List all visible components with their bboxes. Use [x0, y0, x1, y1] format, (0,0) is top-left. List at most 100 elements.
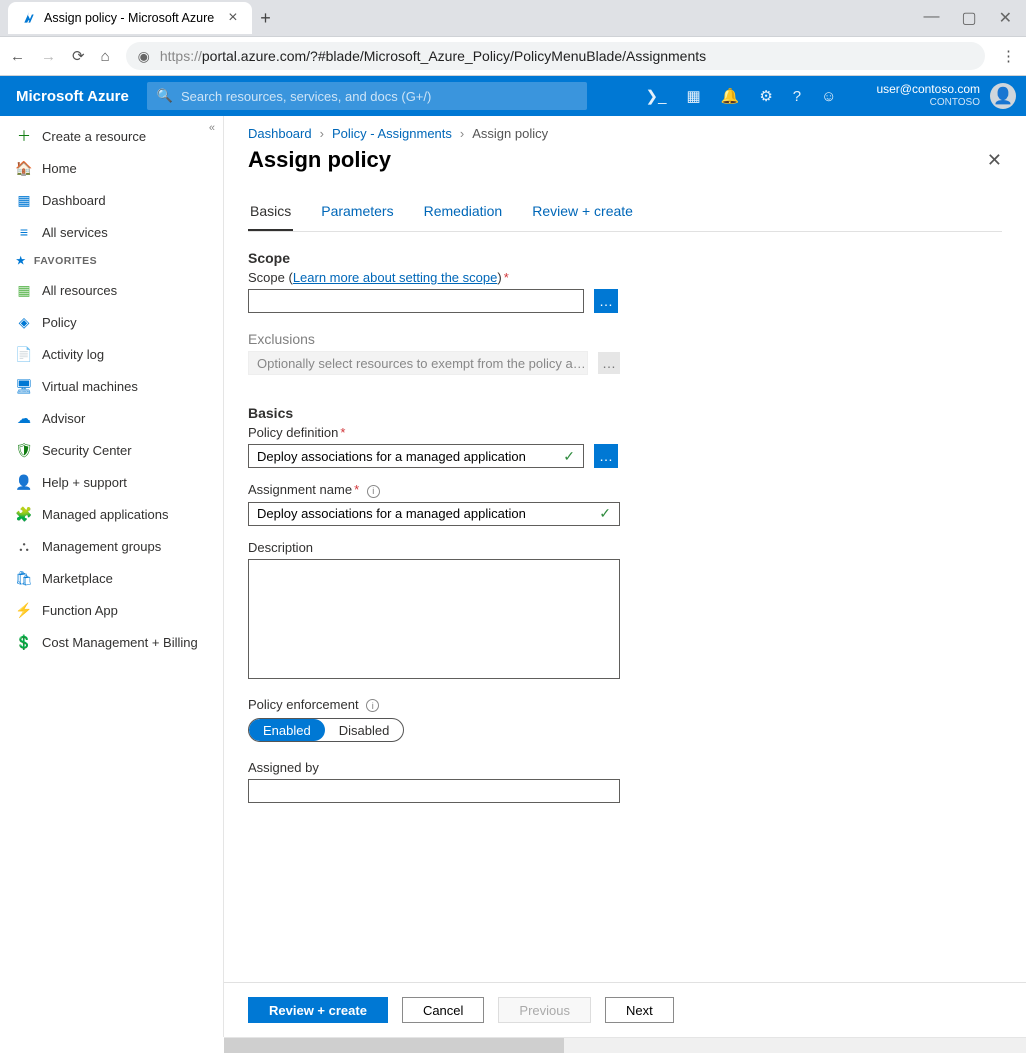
required-marker: *: [504, 270, 509, 285]
nav-activity-log[interactable]: 📄Activity log: [0, 338, 223, 370]
assigned-by-label: Assigned by: [248, 760, 1002, 775]
tab-basics[interactable]: Basics: [248, 197, 293, 231]
scope-learn-link[interactable]: Learn more about setting the scope: [293, 270, 498, 285]
tab-review-create[interactable]: Review + create: [530, 197, 635, 231]
tab-remediation[interactable]: Remediation: [422, 197, 505, 231]
address-bar[interactable]: ◉ https://portal.azure.com/?#blade/Micro…: [126, 42, 985, 70]
policy-definition-label: Policy definition*: [248, 425, 1002, 440]
home-icon[interactable]: ⌂: [101, 48, 110, 65]
nav-home[interactable]: 🏠 Home: [0, 152, 223, 184]
browser-menu-icon[interactable]: ⋮: [1001, 47, 1016, 65]
azure-icon: [22, 11, 36, 25]
left-nav: « ＋ Create a resource 🏠 Home ▦ Dashboard…: [0, 116, 224, 1037]
assigned-by-input[interactable]: [248, 779, 620, 803]
browser-tab[interactable]: Assign policy - Microsoft Azure ×: [8, 2, 252, 34]
managed-apps-icon: 🧩: [16, 506, 32, 522]
back-icon[interactable]: ←: [10, 48, 25, 65]
collapse-nav-icon[interactable]: «: [209, 122, 215, 134]
search-placeholder: Search resources, services, and docs (G+…: [181, 89, 431, 104]
close-icon[interactable]: ×: [228, 10, 237, 26]
nav-policy[interactable]: ◈Policy: [0, 306, 223, 338]
nav-managed-applications[interactable]: 🧩Managed applications: [0, 498, 223, 530]
nav-create-resource[interactable]: ＋ Create a resource: [0, 120, 223, 152]
maximize-icon[interactable]: ▢: [961, 8, 976, 28]
cost-icon: 💲: [16, 634, 32, 650]
log-icon: 📄: [16, 346, 32, 362]
nav-function-app[interactable]: ⚡Function App: [0, 594, 223, 626]
enforcement-disabled[interactable]: Disabled: [325, 719, 404, 741]
nav-virtual-machines[interactable]: 🖥Virtual machines: [0, 370, 223, 402]
nav-all-services[interactable]: ≡ All services: [0, 216, 223, 248]
description-textarea[interactable]: [248, 559, 620, 679]
nav-help-support[interactable]: 👤Help + support: [0, 466, 223, 498]
nav-marketplace[interactable]: 🛍Marketplace: [0, 562, 223, 594]
globe-icon: ◉: [138, 48, 150, 65]
scope-picker-button[interactable]: …: [594, 289, 618, 313]
user-email: user@contoso.com: [876, 82, 980, 96]
nav-security-center[interactable]: 🛡Security Center: [0, 434, 223, 466]
next-button[interactable]: Next: [605, 997, 674, 1023]
cloud-shell-icon[interactable]: ❯_: [646, 87, 667, 105]
basics-header: Basics: [248, 405, 1002, 421]
directory-filter-icon[interactable]: ▦: [686, 87, 700, 105]
feedback-icon[interactable]: ☺: [821, 88, 836, 105]
nav-advisor[interactable]: ☁Advisor: [0, 402, 223, 434]
nav-dashboard[interactable]: ▦ Dashboard: [0, 184, 223, 216]
assignment-name-input[interactable]: Deploy associations for a managed applic…: [248, 502, 620, 526]
search-input[interactable]: 🔍 Search resources, services, and docs (…: [147, 82, 587, 110]
scope-input[interactable]: [248, 289, 584, 313]
url-path: portal.azure.com/?#blade/Microsoft_Azure…: [202, 48, 706, 64]
mgmt-groups-icon: ⛬: [16, 538, 32, 554]
advisor-icon: ☁: [16, 410, 32, 426]
assignment-name-label: Assignment name* i: [248, 482, 1002, 498]
window-controls: — ▢ ✕: [923, 8, 1026, 28]
plus-icon: ＋: [16, 128, 32, 144]
chevron-right-icon: ›: [460, 126, 464, 141]
enforcement-label: Policy enforcement i: [248, 697, 1002, 713]
checkmark-icon: ✓: [563, 448, 575, 465]
exclusions-picker-button[interactable]: …: [598, 352, 620, 374]
grid-icon: ▦: [16, 282, 32, 298]
nav-all-resources[interactable]: ▦All resources: [0, 274, 223, 306]
close-blade-icon[interactable]: ✕: [987, 150, 1002, 171]
policy-definition-select[interactable]: Deploy associations for a managed applic…: [248, 444, 584, 468]
enforcement-enabled[interactable]: Enabled: [249, 719, 325, 741]
horizontal-scrollbar[interactable]: [224, 1037, 1026, 1053]
forward-icon: →: [41, 48, 56, 65]
crumb-current: Assign policy: [472, 126, 548, 141]
reload-icon[interactable]: ⟳: [72, 47, 85, 65]
close-window-icon[interactable]: ✕: [999, 8, 1012, 28]
notifications-icon[interactable]: 🔔: [721, 87, 740, 105]
exclusions-header: Exclusions: [248, 331, 1002, 347]
exclusions-input: Optionally select resources to exempt fr…: [248, 351, 588, 375]
dashboard-icon: ▦: [16, 192, 32, 208]
url-protocol: https://: [160, 48, 202, 64]
azure-brand[interactable]: Microsoft Azure: [16, 88, 129, 105]
chevron-right-icon: ›: [320, 126, 324, 141]
user-menu[interactable]: user@contoso.com CONTOSO 👤: [876, 82, 1016, 110]
new-tab-button[interactable]: +: [252, 8, 280, 29]
marketplace-icon: 🛍: [16, 570, 32, 586]
policy-definition-picker-button[interactable]: …: [594, 444, 618, 468]
settings-icon[interactable]: ⚙: [759, 87, 772, 105]
enforcement-toggle[interactable]: Enabled Disabled: [248, 718, 404, 742]
user-tenant: CONTOSO: [876, 96, 980, 110]
nav-management-groups[interactable]: ⛬Management groups: [0, 530, 223, 562]
help-icon[interactable]: ?: [793, 88, 801, 105]
cancel-button[interactable]: Cancel: [402, 997, 484, 1023]
breadcrumb: Dashboard › Policy - Assignments › Assig…: [224, 116, 1026, 141]
crumb-dashboard[interactable]: Dashboard: [248, 126, 312, 141]
info-icon[interactable]: i: [366, 699, 379, 712]
crumb-policy-assignments[interactable]: Policy - Assignments: [332, 126, 452, 141]
tab-parameters[interactable]: Parameters: [319, 197, 395, 231]
review-create-button[interactable]: Review + create: [248, 997, 388, 1023]
shield-icon: 🛡: [16, 442, 32, 458]
search-icon: 🔍: [157, 88, 173, 104]
function-icon: ⚡: [16, 602, 32, 618]
description-label: Description: [248, 540, 1002, 555]
vm-icon: 🖥: [16, 378, 32, 394]
minimize-icon[interactable]: —: [923, 8, 939, 28]
support-icon: 👤: [16, 474, 32, 490]
info-icon[interactable]: i: [367, 485, 380, 498]
nav-cost-management[interactable]: 💲Cost Management + Billing: [0, 626, 223, 658]
